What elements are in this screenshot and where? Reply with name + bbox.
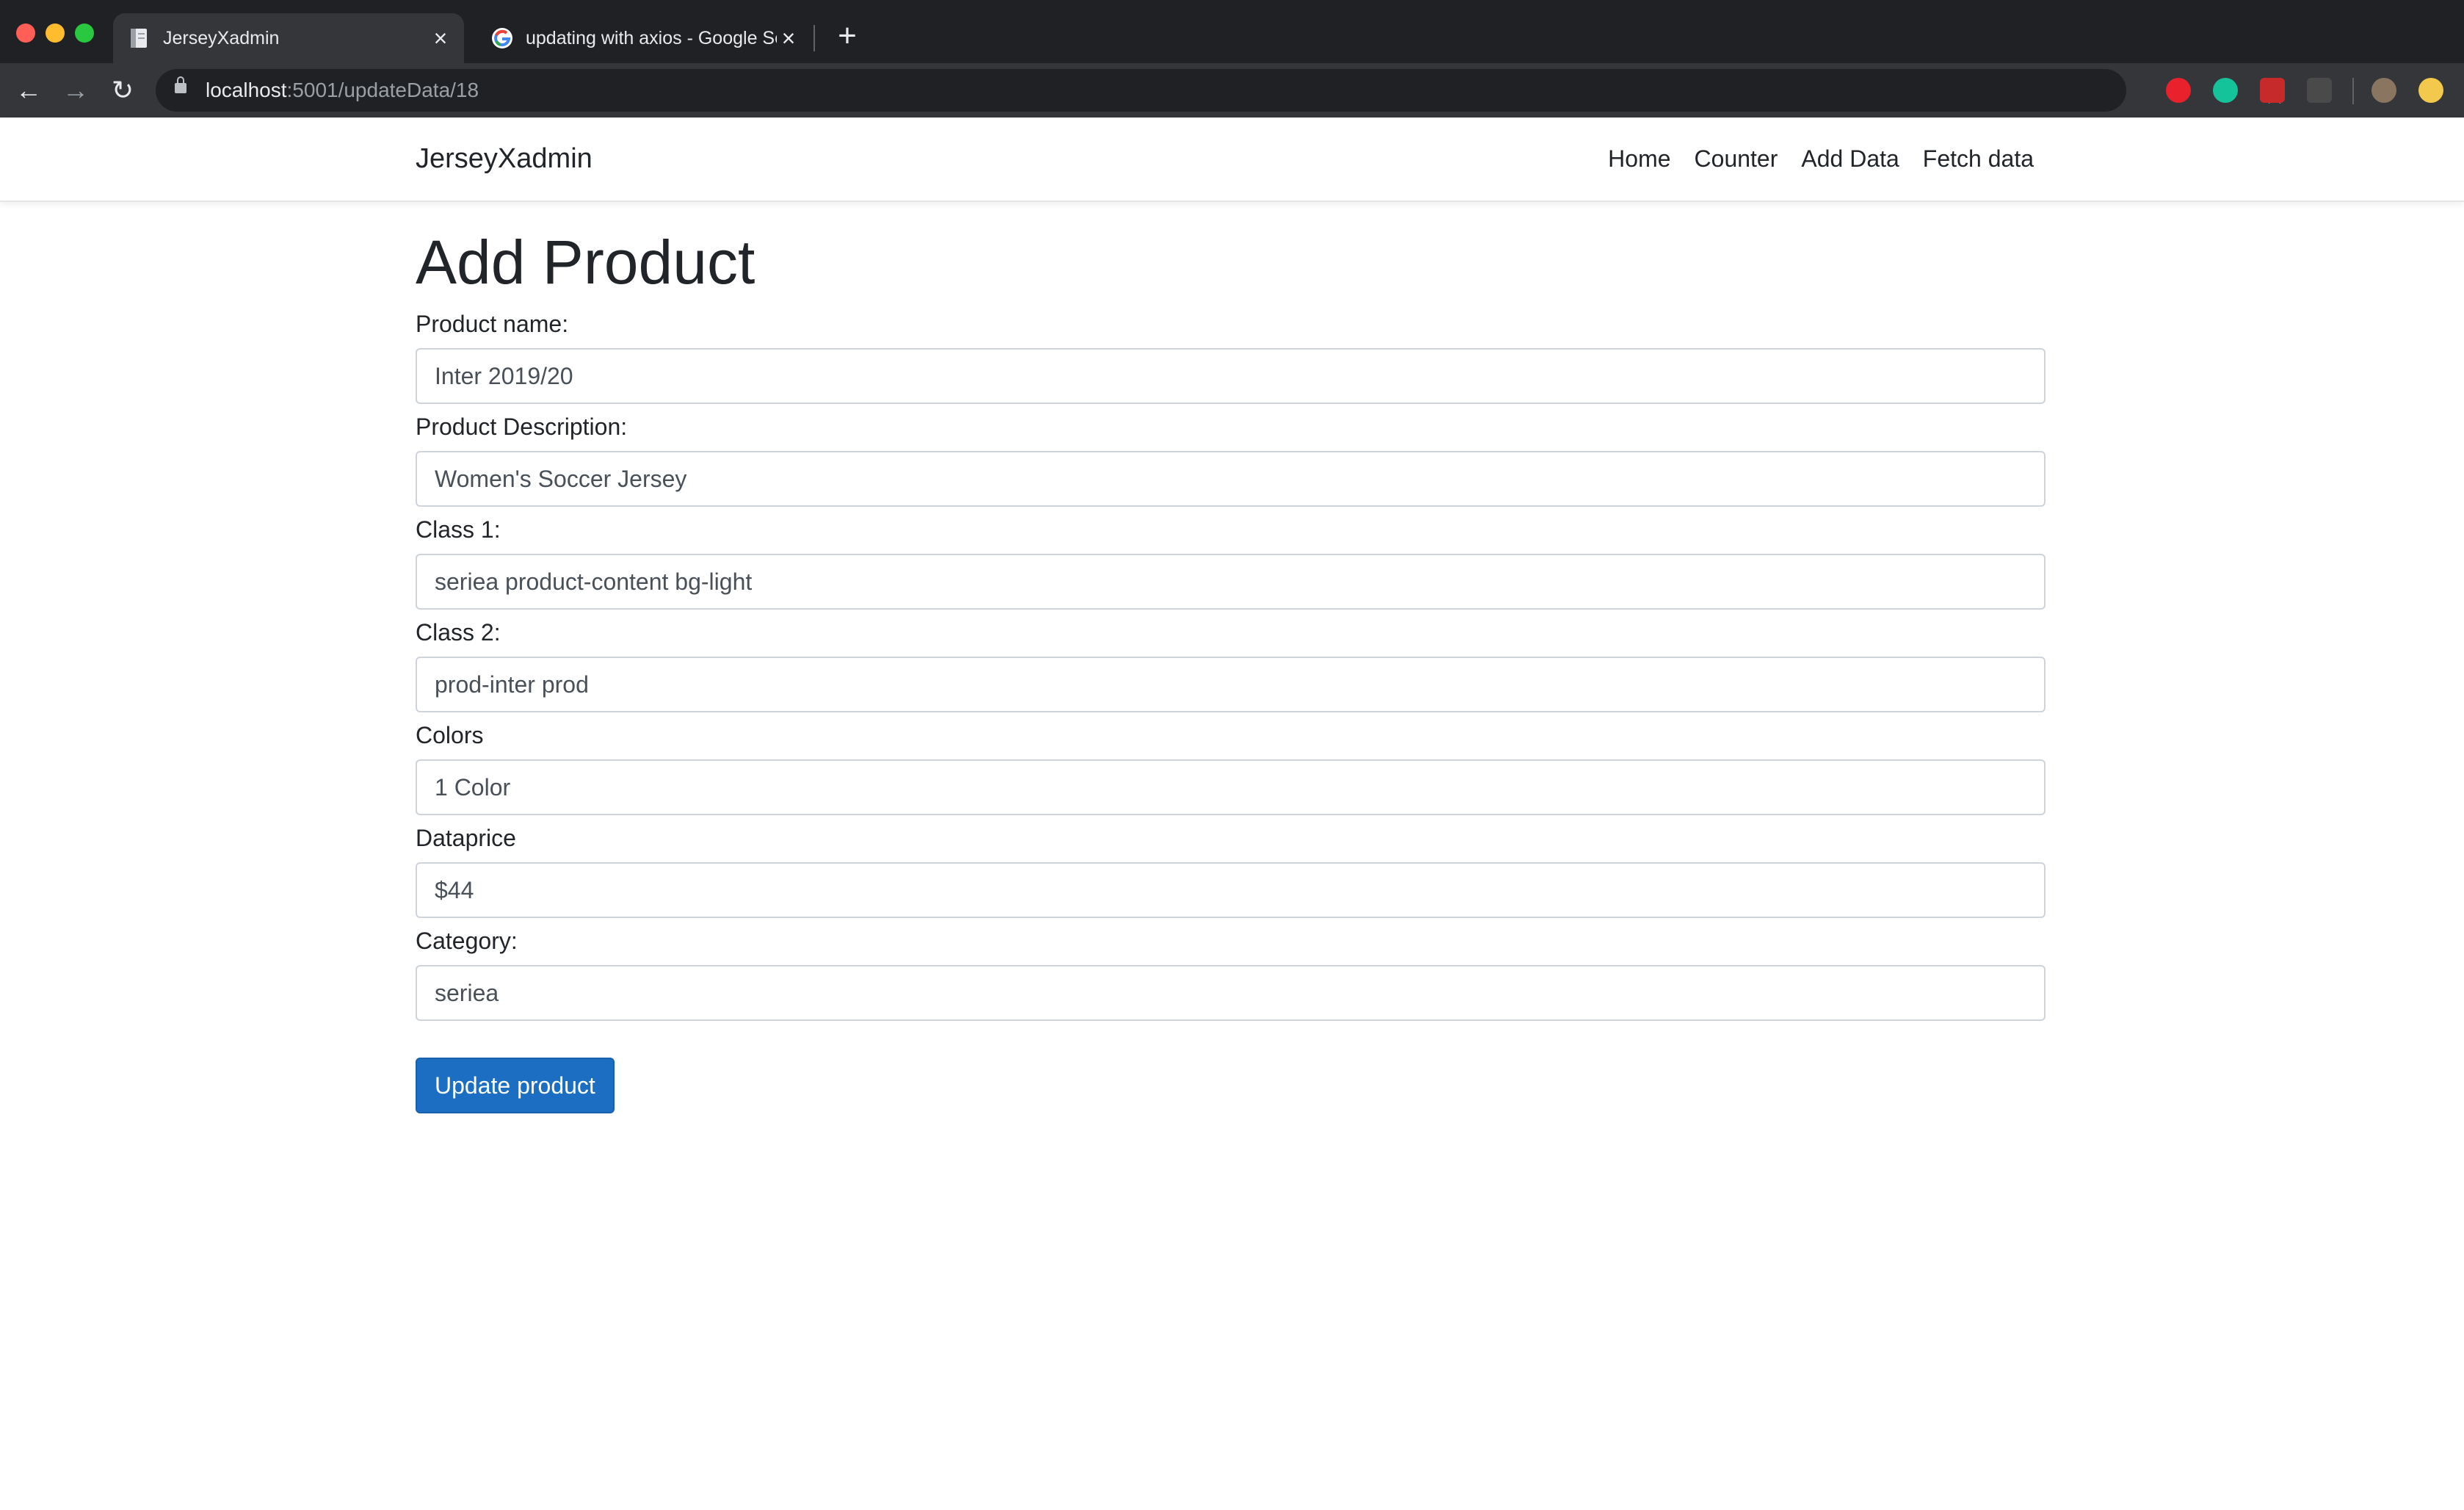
- form-group-colors: Colors: [416, 723, 2046, 815]
- form-group-product-name: Product name:: [416, 311, 2046, 404]
- close-icon[interactable]: ×: [429, 26, 452, 50]
- browser-tab[interactable]: updating with axios - Google Search ×: [476, 13, 812, 63]
- nav-links: Home Counter Add Data Fetch data: [1584, 118, 2034, 201]
- form-group-product-description: Product Description:: [416, 414, 2046, 507]
- url-path: :5001/updateData/18: [286, 79, 479, 101]
- category-label: Category:: [416, 928, 518, 954]
- update-product-button[interactable]: Update product: [416, 1058, 615, 1113]
- code-extension-icon[interactable]: [2307, 78, 2332, 103]
- browser-tab-strip: JerseyXadmin × updating with axios - Goo…: [0, 0, 2464, 63]
- tab-divider: [814, 25, 815, 51]
- document-icon: [131, 29, 147, 48]
- class-2-input[interactable]: [416, 657, 2046, 712]
- colors-input[interactable]: [416, 759, 2046, 815]
- browser-tab-active[interactable]: JerseyXadmin ×: [113, 13, 464, 63]
- nav-link-home[interactable]: Home: [1608, 145, 1670, 173]
- profile-avatar[interactable]: [2371, 78, 2396, 103]
- app-navbar: JerseyXadmin Home Counter Add Data Fetch…: [0, 118, 2464, 202]
- new-tab-button[interactable]: +: [830, 19, 865, 54]
- dataprice-label: Dataprice: [416, 825, 516, 851]
- class-2-label: Class 2:: [416, 619, 501, 646]
- forward-arrow-icon[interactable]: →: [59, 73, 93, 107]
- page-title: Add Product: [416, 228, 755, 297]
- product-name-label: Product name:: [416, 311, 569, 337]
- lock-icon: [175, 76, 186, 93]
- navbar-brand[interactable]: JerseyXadmin: [416, 118, 593, 201]
- form-group-class-2: Class 2:: [416, 620, 2046, 712]
- nav-link-add-data[interactable]: Add Data: [1801, 145, 1899, 173]
- form-group-category: Category:: [416, 928, 2046, 1021]
- product-description-label: Product Description:: [416, 413, 628, 440]
- close-window-button[interactable]: [16, 24, 35, 43]
- toolbar-divider: [2352, 78, 2354, 104]
- category-input[interactable]: [416, 965, 2046, 1021]
- google-icon: [492, 28, 512, 48]
- form-group-dataprice: Dataprice: [416, 826, 2046, 918]
- product-name-input[interactable]: [416, 348, 2046, 404]
- form-group-class-1: Class 1:: [416, 517, 2046, 610]
- colors-label: Colors: [416, 722, 484, 748]
- tab-title: updating with axios - Google Search: [526, 27, 777, 48]
- nav-link-fetch-data[interactable]: Fetch data: [1923, 145, 2034, 173]
- browser-toolbar: ← → ↻ localhost:5001/updateData/18 ☆: [0, 63, 2464, 118]
- adblock-icon[interactable]: [2166, 78, 2191, 103]
- close-icon[interactable]: ×: [777, 26, 800, 50]
- main-content: Add Product Product name: Product Descri…: [416, 213, 2046, 1113]
- nav-link-counter[interactable]: Counter: [1695, 145, 1778, 173]
- url-host: localhost: [206, 79, 287, 101]
- update-badge-icon[interactable]: [2418, 78, 2443, 103]
- product-description-input[interactable]: [416, 451, 2046, 507]
- tab-title: JerseyXadmin: [163, 27, 280, 48]
- url-text: localhost:5001/updateData/18: [206, 69, 479, 112]
- address-bar[interactable]: localhost:5001/updateData/18 ☆: [156, 69, 2286, 112]
- extension-icon[interactable]: [2260, 78, 2285, 103]
- back-arrow-icon[interactable]: ←: [12, 73, 46, 107]
- dataprice-input[interactable]: [416, 862, 2046, 918]
- class-1-label: Class 1:: [416, 516, 501, 543]
- reload-icon[interactable]: ↻: [106, 73, 139, 107]
- minimize-window-button[interactable]: [46, 24, 65, 43]
- maximize-window-button[interactable]: [75, 24, 94, 43]
- grammarly-icon[interactable]: [2213, 78, 2238, 103]
- class-1-input[interactable]: [416, 554, 2046, 610]
